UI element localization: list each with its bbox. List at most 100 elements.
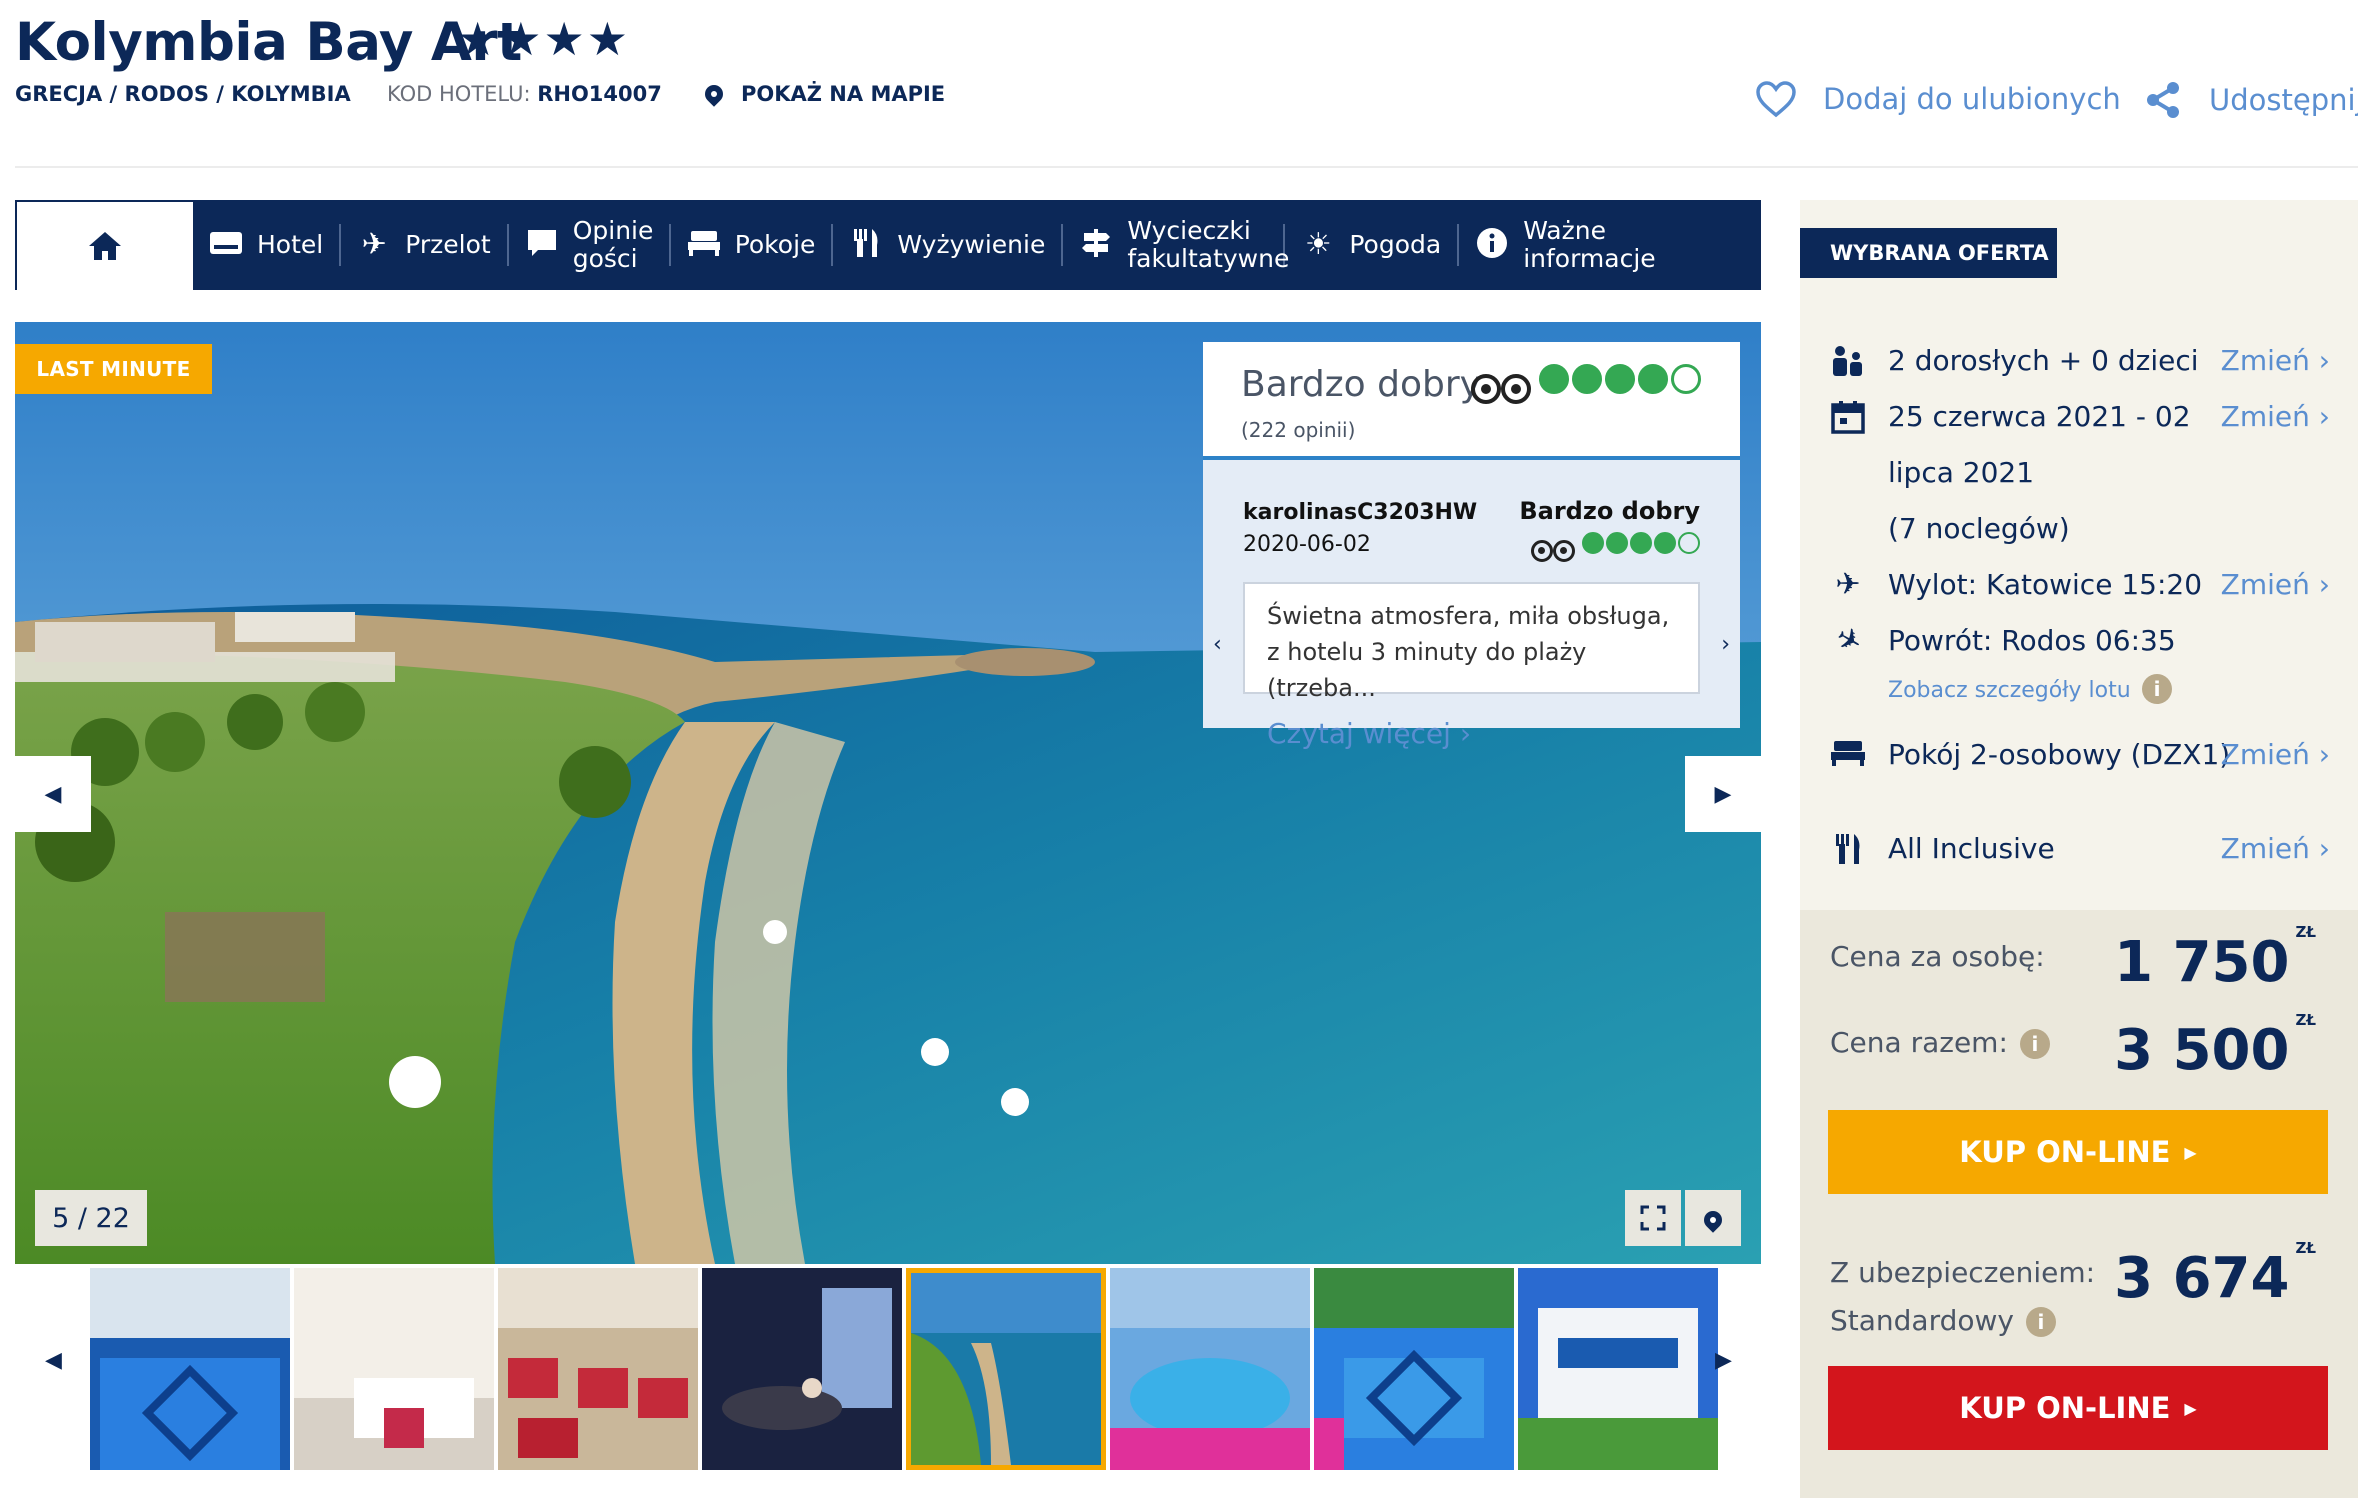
- change-guests-link[interactable]: Zmień ›: [2221, 344, 2330, 378]
- calendar-icon: [1830, 400, 1866, 436]
- nav-przelot[interactable]: ✈ Przelot: [341, 224, 509, 266]
- offer-heading: WYBRANA OFERTA: [1800, 228, 2057, 278]
- fullscreen-button[interactable]: [1625, 1190, 1681, 1246]
- nav-pokoje[interactable]: Pokoje: [671, 224, 834, 266]
- rating-dot: [1539, 364, 1570, 394]
- fork-knife-icon: [849, 227, 883, 264]
- hotel-name: Kolymbia Bay Art: [15, 12, 522, 73]
- chevron-right-icon: ▶: [1714, 781, 1732, 807]
- review-summary: Bardzo dobry (222 opinii): [1203, 342, 1740, 460]
- offer-dates-line2: lipca 2021: [1888, 456, 2035, 489]
- rating-dot: [1572, 364, 1603, 394]
- offer-panel: WYBRANA OFERTA 2 dorosłych + 0 dzieci Zm…: [1800, 200, 2358, 1498]
- sun-icon: ☀: [1304, 227, 1332, 262]
- nav-home[interactable]: [15, 200, 193, 290]
- info-icon[interactable]: i: [2019, 1029, 2050, 1059]
- hotel-icon: [209, 231, 243, 260]
- hotel-nav: Hotel ✈ Przelot Opinie gości Pokoje Wyży…: [15, 200, 1761, 290]
- tripadvisor-rating: [1471, 364, 1702, 404]
- review-date: 2020-06-02: [1243, 532, 1371, 557]
- map-button[interactable]: [1685, 1190, 1741, 1246]
- plane-landing-icon: ✈: [1829, 619, 1869, 663]
- nav-opinie[interactable]: Opinie gości: [509, 217, 671, 273]
- thumbnail-selected[interactable]: [906, 1268, 1106, 1470]
- chevron-right-icon: ›: [1721, 632, 1730, 657]
- thumbnail[interactable]: [1518, 1268, 1718, 1470]
- rating-dot: [1638, 364, 1669, 394]
- photo-gallery: LAST MINUTE ◀ ▶ 5 / 22 Bardzo dobry (222…: [15, 322, 1761, 1264]
- plane-takeoff-icon: ✈: [1835, 567, 1861, 602]
- review-card: Bardzo dobry (222 opinii) karolinasC3203…: [1203, 342, 1740, 750]
- info-icon[interactable]: i: [2142, 674, 2172, 704]
- triangle-right-icon: ▶: [2184, 1142, 2197, 1162]
- thumbs-prev-button[interactable]: ◀: [45, 1348, 62, 1373]
- change-flight-link[interactable]: Zmień ›: [2221, 568, 2330, 602]
- price-total-label: Cena razem: i: [1830, 1026, 2050, 1059]
- rating-dot: [1630, 532, 1652, 554]
- nav-wyzywienie[interactable]: Wyżywienie: [833, 224, 1064, 266]
- chevron-right-icon: ▶: [1715, 1348, 1732, 1373]
- plane-icon: ✈: [361, 227, 387, 262]
- fork-knife-icon: [1830, 832, 1866, 868]
- tripadvisor-owl-icon: [1471, 374, 1531, 404]
- share-button[interactable]: Udostępnij: [2143, 80, 2358, 120]
- change-dates-link[interactable]: Zmień ›: [2221, 400, 2330, 434]
- hotel-code: KOD HOTELU: RHO14007: [387, 82, 662, 106]
- thumbnail[interactable]: [90, 1268, 290, 1470]
- change-board-link[interactable]: Zmień ›: [2221, 832, 2330, 866]
- nav-wycieczki[interactable]: Wycieczki fakultatywne: [1063, 217, 1289, 273]
- insurance-label: Z ubezpieczeniem:: [1830, 1256, 2096, 1289]
- map-pin-icon: [1700, 1207, 1726, 1233]
- chevron-left-icon: ◀: [45, 1348, 62, 1373]
- read-more-link[interactable]: Czytaj więcej ›: [1267, 716, 1676, 752]
- thumbnail[interactable]: [702, 1268, 902, 1470]
- signpost-icon: [1079, 227, 1113, 264]
- breadcrumb[interactable]: GRECJA / RODOS / KOLYMBIA: [15, 82, 351, 106]
- change-room-link[interactable]: Zmień ›: [2221, 738, 2330, 772]
- photo-counter: 5 / 22: [35, 1190, 147, 1246]
- insurance-type: Standardowy i: [1830, 1304, 2056, 1337]
- show-map-link[interactable]: POKAŻ NA MAPIE: [701, 81, 945, 107]
- thumbnail[interactable]: [498, 1268, 698, 1470]
- add-to-favorites-button[interactable]: Dodaj do ulubionych: [1755, 80, 2121, 118]
- bed-icon: [687, 229, 721, 262]
- thumbnail[interactable]: [1110, 1268, 1310, 1470]
- info-icon: [1475, 227, 1509, 264]
- home-icon: [89, 232, 121, 260]
- price-per-person: 1 750 ZŁ: [2114, 923, 2316, 995]
- info-icon[interactable]: i: [2025, 1307, 2056, 1337]
- review-overall-grade: Bardzo dobry: [1241, 364, 1481, 405]
- map-pin-icon: [701, 81, 727, 107]
- header-divider: [15, 166, 2358, 168]
- nav-pogoda[interactable]: ☀ Pogoda: [1285, 224, 1460, 266]
- chevron-left-icon: ◀: [44, 781, 62, 807]
- review-text-box: Świetna atmosfera, miła obsługa, z hotel…: [1243, 582, 1700, 750]
- gallery-next-button[interactable]: ▶: [1685, 756, 1761, 832]
- thumbnail[interactable]: [294, 1268, 494, 1470]
- review-prev-button[interactable]: ‹: [1213, 632, 1222, 657]
- gallery-prev-button[interactable]: ◀: [15, 756, 91, 832]
- hotel-stars: ★★★★: [457, 12, 630, 66]
- nav-wazne[interactable]: Ważne informacje: [1459, 217, 1659, 273]
- rating-dot: [1606, 532, 1628, 554]
- share-icon: [2147, 82, 2179, 118]
- thumbs-next-button[interactable]: ▶: [1715, 1348, 1732, 1373]
- review-user-grade: Bardzo dobry: [1519, 497, 1700, 525]
- nav-hotel[interactable]: Hotel: [193, 224, 342, 266]
- review-next-button[interactable]: ›: [1721, 632, 1730, 657]
- fullscreen-icon: [1640, 1205, 1666, 1231]
- thumbnail-strip: ◀ ▶: [15, 1268, 1761, 1470]
- buy-online-insured-button[interactable]: KUP ON-LINE ▶: [1828, 1366, 2328, 1450]
- rating-dot: [1678, 532, 1700, 554]
- thumbnail[interactable]: [1314, 1268, 1514, 1470]
- price-total: 3 500 ZŁ: [2114, 1011, 2316, 1083]
- people-icon: [1830, 344, 1866, 380]
- buy-online-button[interactable]: KUP ON-LINE ▶: [1828, 1110, 2328, 1194]
- last-minute-badge: LAST MINUTE: [15, 344, 212, 394]
- price-per-person-label: Cena za osobę:: [1830, 940, 2045, 973]
- offer-nights: (7 noclegów): [1888, 512, 2070, 545]
- triangle-right-icon: ▶: [2184, 1398, 2197, 1418]
- comment-icon: [525, 228, 559, 263]
- rating-dot: [1582, 532, 1604, 554]
- hotel-header: Kolymbia Bay Art ★★★★ GRECJA / RODOS / K…: [15, 0, 2358, 168]
